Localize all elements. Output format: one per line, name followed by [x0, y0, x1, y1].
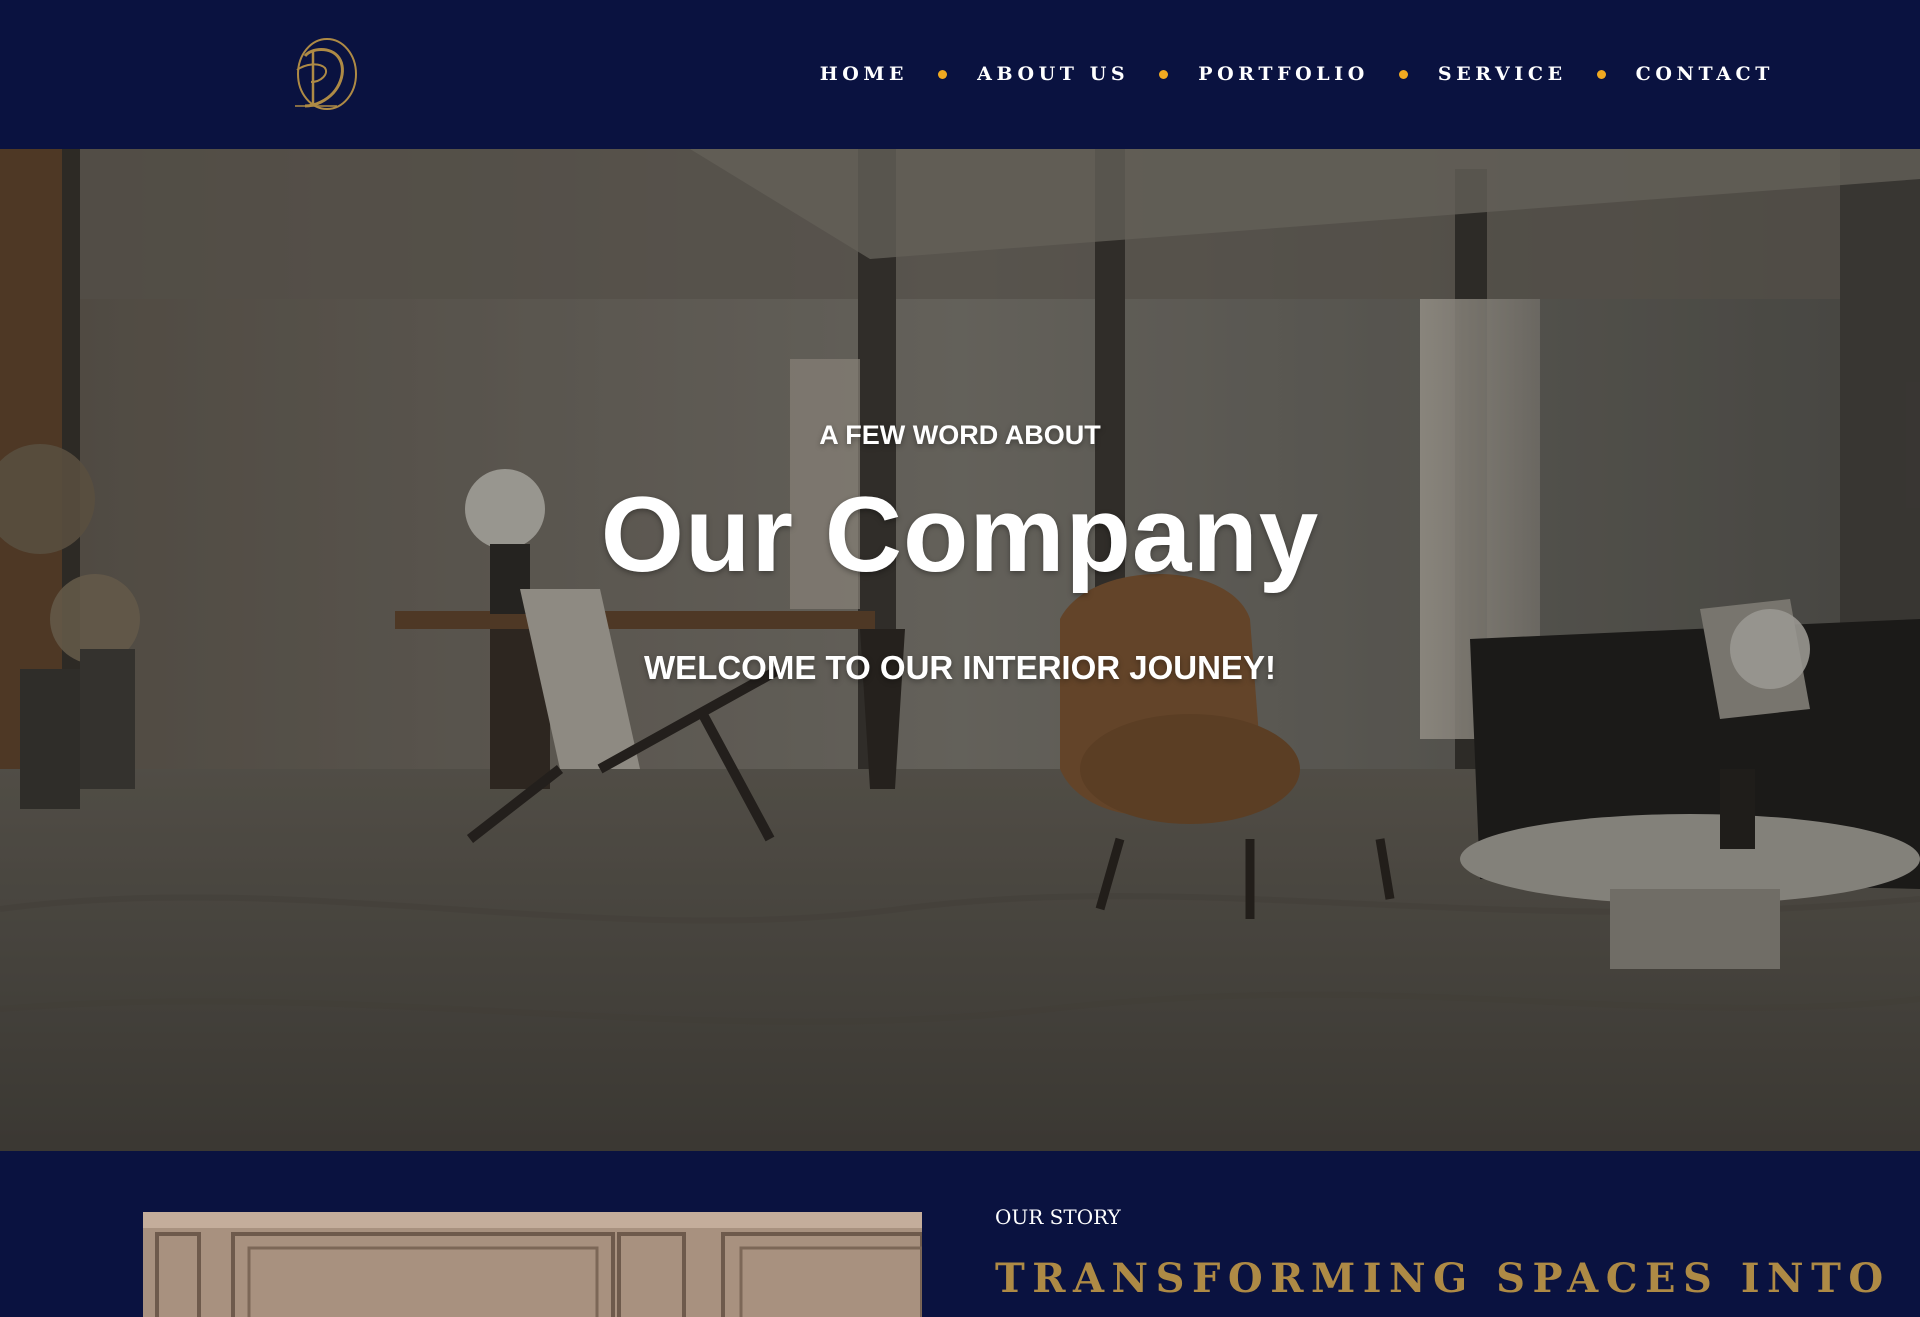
nav-separator-dot — [1596, 69, 1606, 79]
story-heading: TRANSFORMING SPACES INTO — [995, 1255, 1891, 1302]
nav-separator-dot — [1159, 69, 1169, 79]
paneled-wall-photo-icon — [143, 1212, 922, 1317]
hero-banner: A FEW WORD ABOUT Our Company WELCOME TO … — [0, 149, 1920, 1151]
nav-service[interactable]: SERVICE — [1438, 63, 1567, 85]
nav-home[interactable]: HOME — [820, 63, 908, 85]
pd-monogram-logo-icon[interactable] — [291, 36, 361, 114]
hero-kicker: A FEW WORD ABOUT — [819, 420, 1101, 450]
nav-contact[interactable]: CONTACT — [1636, 63, 1774, 85]
hero-title: Our Company — [600, 474, 1320, 594]
nav-portfolio[interactable]: PORTFOLIO — [1198, 63, 1369, 85]
main-nav: HOME ABOUT US PORTFOLIO SERVICE CONTACT — [820, 56, 1774, 92]
hero-subtitle: WELCOME TO OUR INTERIOR JOUNEY! — [644, 649, 1276, 686]
nav-about-us[interactable]: ABOUT US — [977, 63, 1129, 85]
site-header: HOME ABOUT US PORTFOLIO SERVICE CONTACT — [0, 0, 1920, 149]
nav-separator-dot — [938, 69, 948, 79]
our-story-section: OUR STORY TRANSFORMING SPACES INTO — [0, 1151, 1920, 1317]
story-kicker: OUR STORY — [995, 1205, 1121, 1229]
nav-separator-dot — [1398, 69, 1408, 79]
